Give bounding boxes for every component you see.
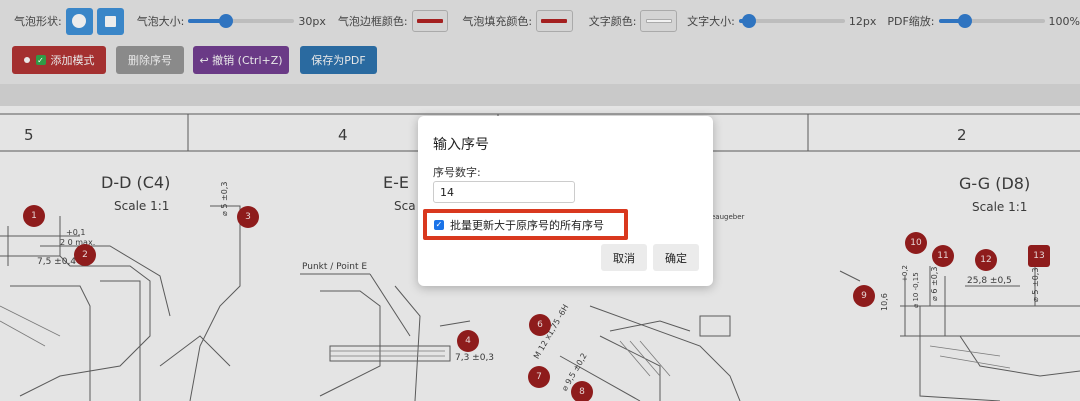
- dimension-text: +0,2: [901, 265, 909, 282]
- fill-color-swatch: [541, 19, 568, 23]
- pdf-zoom-value: 100%: [1048, 14, 1080, 28]
- balloon-marker-square[interactable]: 13: [1028, 245, 1050, 267]
- dimension-text: ⌀ 5 ±0,3: [1031, 267, 1040, 302]
- text-color-swatch: [645, 19, 672, 23]
- input-number-dialog: 输入序号 序号数字: ✓ 批量更新大于原序号的所有序号 取消 确定: [418, 116, 713, 286]
- balloon-marker[interactable]: 10: [905, 232, 927, 254]
- add-mode-label: 添加模式: [50, 54, 95, 67]
- batch-update-highlight[interactable]: ✓ 批量更新大于原序号的所有序号: [423, 209, 628, 240]
- dimension-text: ⌀ 6 ±0,3: [930, 266, 939, 301]
- bubble-size-label: 气泡大小:: [136, 15, 185, 28]
- point-label: Punkt / Point E: [302, 262, 368, 272]
- confirm-button[interactable]: 确定: [653, 244, 699, 271]
- note-text: eaugeber: [711, 213, 745, 221]
- text-size-label: 文字大小:: [687, 15, 735, 28]
- dialog-title: 输入序号: [433, 137, 489, 153]
- balloon-marker[interactable]: 7: [528, 366, 550, 388]
- column-number: 4: [338, 126, 348, 144]
- fill-color-label: 气泡填充颜色:: [462, 15, 533, 28]
- text-color-picker[interactable]: [640, 10, 678, 32]
- number-input[interactable]: [433, 181, 575, 203]
- balloon-marker[interactable]: 3: [237, 206, 259, 228]
- check-icon: ✓: [35, 55, 46, 65]
- circle-shape-button[interactable]: [65, 7, 93, 35]
- cancel-button[interactable]: 取消: [601, 244, 647, 271]
- record-dot-icon: [23, 57, 30, 63]
- dimension-text: ⌀ 5 ±0,3: [220, 181, 229, 216]
- border-color-swatch: [416, 19, 443, 23]
- settings-toolbar: 气泡形状: 气泡大小: 30px 气泡边框颜色: 气泡填充颜色: 文字颜色: 文…: [0, 0, 1080, 42]
- action-toolbar: ✓ 添加模式 删除序号 ↩ 撤销 (Ctrl+Z) 保存为PDF: [0, 42, 1080, 84]
- section-title-gg: G-G (D8): [959, 174, 1031, 193]
- balloon-marker[interactable]: 2: [74, 244, 96, 266]
- balloon-marker[interactable]: 11: [932, 245, 954, 267]
- section-scale: Sca: [394, 199, 416, 213]
- balloon-marker[interactable]: 12: [975, 249, 997, 271]
- dimension-text: 25,8 ±0,5: [967, 276, 1012, 286]
- balloon-marker[interactable]: 9: [853, 285, 875, 307]
- circle-icon: [72, 14, 87, 28]
- number-field-label: 序号数字:: [433, 166, 481, 179]
- batch-update-checkbox[interactable]: ✓: [434, 219, 444, 230]
- bubble-size-value: 30px: [298, 14, 326, 28]
- pdf-zoom-slider-knob[interactable]: [958, 14, 973, 28]
- undo-button[interactable]: ↩ 撤销 (Ctrl+Z): [193, 46, 289, 74]
- section-scale: Scale 1:1: [114, 199, 170, 213]
- square-icon: [104, 15, 116, 27]
- border-color-label: 气泡边框颜色:: [337, 15, 408, 28]
- balloon-marker[interactable]: 4: [457, 330, 479, 352]
- column-number: 2: [957, 126, 967, 144]
- section-title-e: E-E: [383, 173, 409, 192]
- dimension-text: ⌀ 10 -0,15: [912, 272, 920, 308]
- bubble-size-slider-knob[interactable]: [218, 14, 233, 28]
- balloon-marker[interactable]: 6: [529, 314, 551, 336]
- dimension-text: 10,6: [880, 293, 889, 311]
- balloon-marker[interactable]: 8: [571, 381, 593, 401]
- dimension-text: +0,1: [66, 228, 86, 237]
- border-color-picker[interactable]: [411, 10, 449, 32]
- section-title-dd: D-D (C4): [101, 173, 171, 192]
- pdf-top-band: [0, 84, 1080, 106]
- text-size-slider-knob[interactable]: [742, 14, 757, 28]
- balloon-marker[interactable]: 1: [23, 205, 45, 227]
- delete-number-button[interactable]: 删除序号: [116, 46, 184, 74]
- pdf-zoom-slider[interactable]: [938, 14, 1045, 28]
- pdf-zoom-label: PDF缩放:: [887, 15, 935, 28]
- bubble-shape-label: 气泡形状:: [14, 15, 62, 28]
- text-size-slider[interactable]: [738, 14, 845, 28]
- save-pdf-button[interactable]: 保存为PDF: [300, 46, 377, 74]
- text-color-label: 文字颜色:: [588, 15, 637, 28]
- square-shape-button[interactable]: [96, 7, 124, 35]
- section-scale: Scale 1:1: [972, 200, 1028, 214]
- dimension-text: 7,5 ±0,4: [37, 257, 77, 267]
- column-number: 5: [24, 126, 34, 144]
- add-mode-button[interactable]: ✓ 添加模式: [12, 46, 106, 74]
- dimension-text: 7,3 ±0,3: [455, 353, 495, 363]
- text-size-value: 12px: [848, 14, 877, 28]
- bubble-size-slider[interactable]: [188, 14, 295, 28]
- batch-update-label: 批量更新大于原序号的所有序号: [450, 218, 604, 232]
- fill-color-picker[interactable]: [536, 10, 573, 32]
